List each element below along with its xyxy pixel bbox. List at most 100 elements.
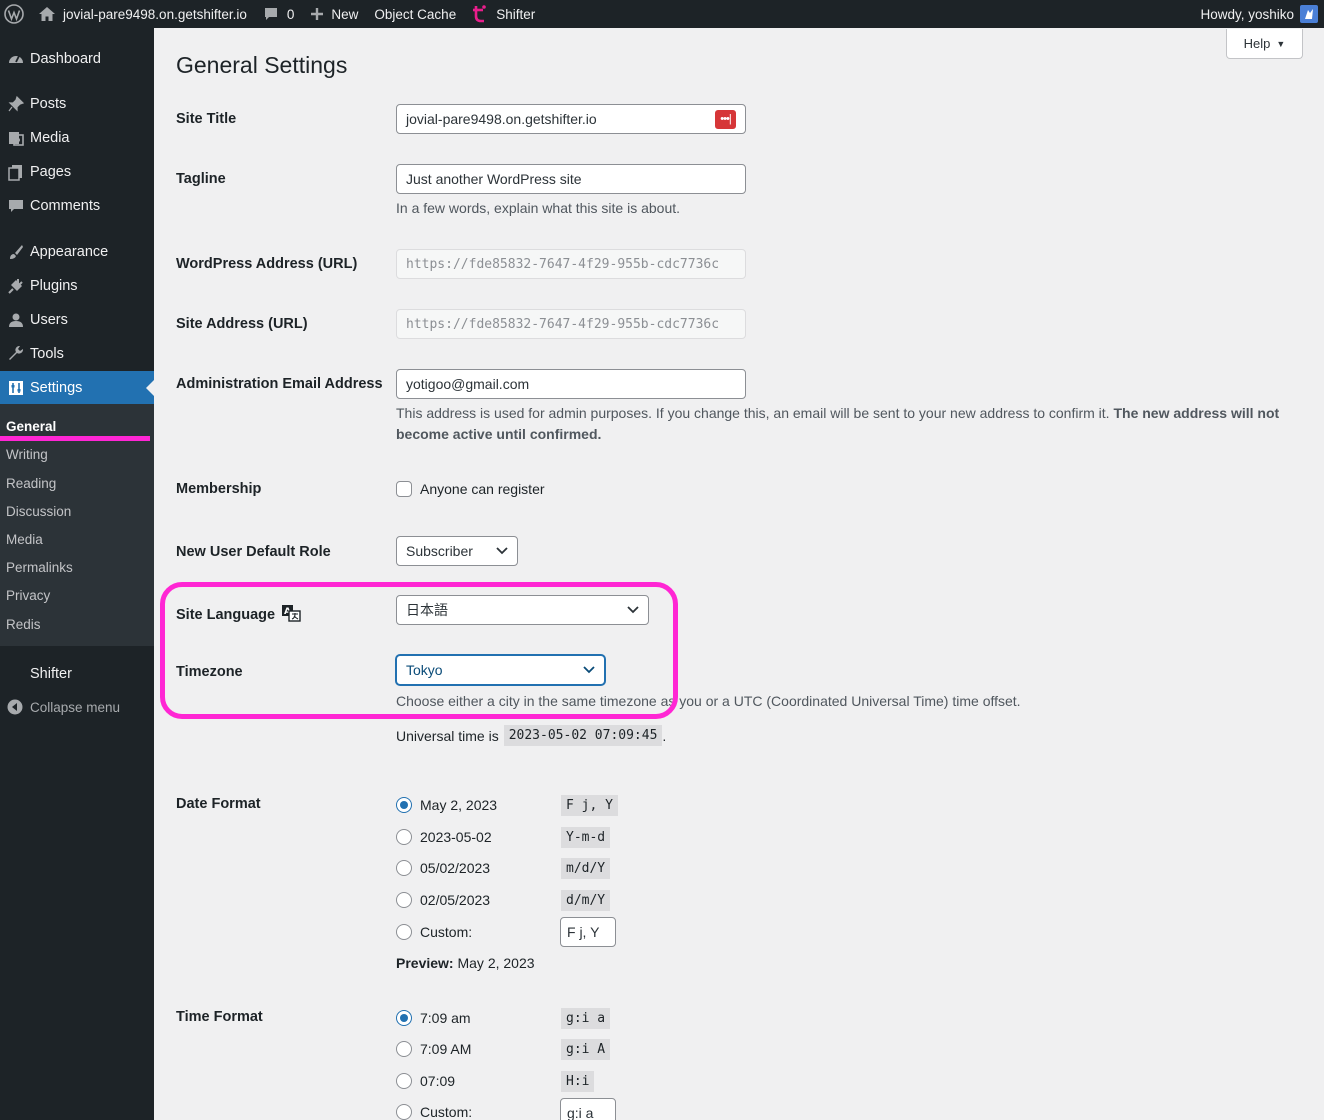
sidebar-item-media[interactable]: Media: [0, 121, 154, 155]
submenu-item-permalinks[interactable]: Permalinks: [6, 560, 73, 575]
date-format-option[interactable]: 02/05/2023: [396, 892, 490, 908]
submenu-item-discussion[interactable]: Discussion: [6, 504, 71, 519]
site-language-select[interactable]: 日本語: [396, 595, 649, 625]
date-format-option[interactable]: 05/02/2023: [396, 860, 490, 876]
comments-link[interactable]: 0: [255, 0, 303, 28]
collapse-menu-label: Collapse menu: [30, 699, 121, 715]
date-format-code: m/d/Y: [561, 858, 611, 879]
media-icon: [0, 129, 30, 147]
help-button[interactable]: Help ▼: [1226, 29, 1303, 59]
site-address-input[interactable]: https://fde85832-7647-4f29-955b-cdc7736c: [396, 309, 746, 339]
sidebar-item-posts[interactable]: Posts: [0, 87, 154, 121]
tagline-label: Tagline: [176, 171, 226, 187]
site-title-value: jovial-pare9498.on.getshifter.io: [406, 111, 597, 127]
date-format-preview: Preview: May 2, 2023: [396, 955, 535, 971]
shifter-logo-icon: [473, 5, 487, 23]
radio-button[interactable]: [396, 924, 412, 940]
time-format-code: H:i: [561, 1071, 595, 1092]
sidebar-item-plugins[interactable]: Plugins: [0, 269, 154, 303]
sidebar-item-label: Appearance: [30, 244, 109, 260]
admin-email-input[interactable]: yotigoo@gmail.com: [396, 369, 746, 399]
wp-address-value: https://fde85832-7647-4f29-955b-cdc7736c: [406, 256, 720, 272]
pages-icon: [0, 163, 30, 181]
sidebar-item-label: Tools: [30, 346, 64, 362]
date-format-option[interactable]: 2023-05-02: [396, 829, 492, 845]
sidebar-item-label: Posts: [30, 96, 67, 112]
radio-button[interactable]: [396, 1104, 412, 1120]
submenu-item-reading[interactable]: Reading: [6, 476, 56, 491]
date-format-code: Y-m-d: [561, 827, 611, 848]
sidebar-item-label: Comments: [30, 198, 101, 214]
sidebar-item-appearance[interactable]: Appearance: [0, 235, 154, 269]
password-manager-icon[interactable]: •••|: [715, 109, 736, 129]
site-language-value: 日本語: [406, 602, 448, 618]
radio-button[interactable]: [396, 860, 412, 876]
timezone-select[interactable]: Tokyo: [396, 655, 605, 685]
radio-button[interactable]: [396, 829, 412, 845]
sidebar-item-users[interactable]: Users: [0, 303, 154, 337]
sidebar-item-settings[interactable]: Settings: [0, 371, 154, 405]
shifter-link[interactable]: Shifter: [464, 0, 543, 28]
radio-button[interactable]: [396, 892, 412, 908]
shifter-label: Shifter: [496, 6, 536, 22]
submenu-item-writing[interactable]: Writing: [6, 447, 48, 462]
site-address-label: Site Address (URL): [176, 316, 308, 332]
sidebar-item-tools[interactable]: Tools: [0, 337, 154, 371]
sidebar-item-label: Dashboard: [30, 51, 101, 67]
page-title: General Settings: [176, 52, 348, 78]
radio-button[interactable]: [396, 1010, 412, 1026]
sidebar-item-comments[interactable]: Comments: [0, 189, 154, 223]
sidebar-item-label: Media: [30, 130, 70, 146]
user-icon: [0, 311, 30, 329]
avatar: [1300, 5, 1318, 23]
date-format-custom-option[interactable]: Custom:: [396, 924, 472, 940]
time-format-option[interactable]: 07:09: [396, 1073, 455, 1089]
object-cache-label: Object Cache: [374, 6, 457, 22]
sidebar-item-pages[interactable]: Pages: [0, 155, 154, 189]
default-role-select[interactable]: Subscriber: [396, 536, 518, 566]
radio-button[interactable]: [396, 797, 412, 813]
site-name-link[interactable]: jovial-pare9498.on.getshifter.io: [30, 0, 255, 28]
new-content-link[interactable]: New: [302, 0, 366, 28]
howdy-text: Howdy, yoshiko: [1200, 6, 1294, 22]
date-format-custom-input[interactable]: F j, Y: [560, 917, 616, 947]
sidebar-item-shifter[interactable]: Shifter: [0, 657, 154, 691]
submenu-item-general[interactable]: General: [6, 419, 56, 434]
site-name: jovial-pare9498.on.getshifter.io: [63, 6, 247, 22]
time-format-option[interactable]: 7:09 am: [396, 1010, 471, 1026]
date-format-option[interactable]: May 2, 2023: [396, 797, 497, 813]
date-format-label: Date Format: [176, 796, 261, 812]
collapse-arrow-icon: [0, 699, 30, 715]
submenu-item-privacy[interactable]: Privacy: [6, 588, 50, 603]
membership-checkbox-row[interactable]: Anyone can register: [396, 481, 545, 497]
pushpin-icon: [0, 95, 30, 113]
wrench-icon: [0, 345, 30, 363]
time-format-custom-input[interactable]: g:i a: [560, 1098, 616, 1120]
annotation-underline: [0, 436, 150, 441]
anyone-can-register-checkbox[interactable]: [396, 481, 412, 497]
submenu-item-media[interactable]: Media: [6, 532, 43, 547]
tagline-value: Just another WordPress site: [406, 171, 582, 187]
time-format-option[interactable]: 7:09 AM: [396, 1041, 471, 1057]
anyone-can-register-label: Anyone can register: [420, 481, 545, 497]
time-format-custom-option[interactable]: Custom:: [396, 1104, 472, 1120]
sidebar-item-dashboard[interactable]: Dashboard: [0, 42, 154, 76]
help-label: Help: [1243, 36, 1271, 51]
chevron-down-icon: [496, 547, 508, 555]
radio-button[interactable]: [396, 1073, 412, 1089]
date-format-code: d/m/Y: [561, 890, 611, 911]
wp-address-input[interactable]: https://fde85832-7647-4f29-955b-cdc7736c: [396, 249, 746, 279]
default-role-value: Subscriber: [406, 543, 473, 559]
submenu-item-redis[interactable]: Redis: [6, 617, 41, 632]
tagline-input[interactable]: Just another WordPress site: [396, 164, 746, 194]
collapse-menu-button[interactable]: Collapse menu: [0, 692, 154, 722]
object-cache-link[interactable]: Object Cache: [366, 0, 464, 28]
my-account-link[interactable]: Howdy, yoshiko: [1192, 0, 1324, 28]
wordpress-logo-icon[interactable]: [0, 0, 30, 28]
sidebar-item-label: Settings: [30, 380, 83, 396]
site-title-input[interactable]: jovial-pare9498.on.getshifter.io •••|: [396, 104, 746, 134]
universal-time-row: Universal time is 2023-05-02 07:09:45.: [396, 725, 666, 746]
tagline-description: In a few words, explain what this site i…: [396, 200, 681, 216]
radio-button[interactable]: [396, 1041, 412, 1057]
sidebar-item-label: Pages: [30, 164, 72, 180]
